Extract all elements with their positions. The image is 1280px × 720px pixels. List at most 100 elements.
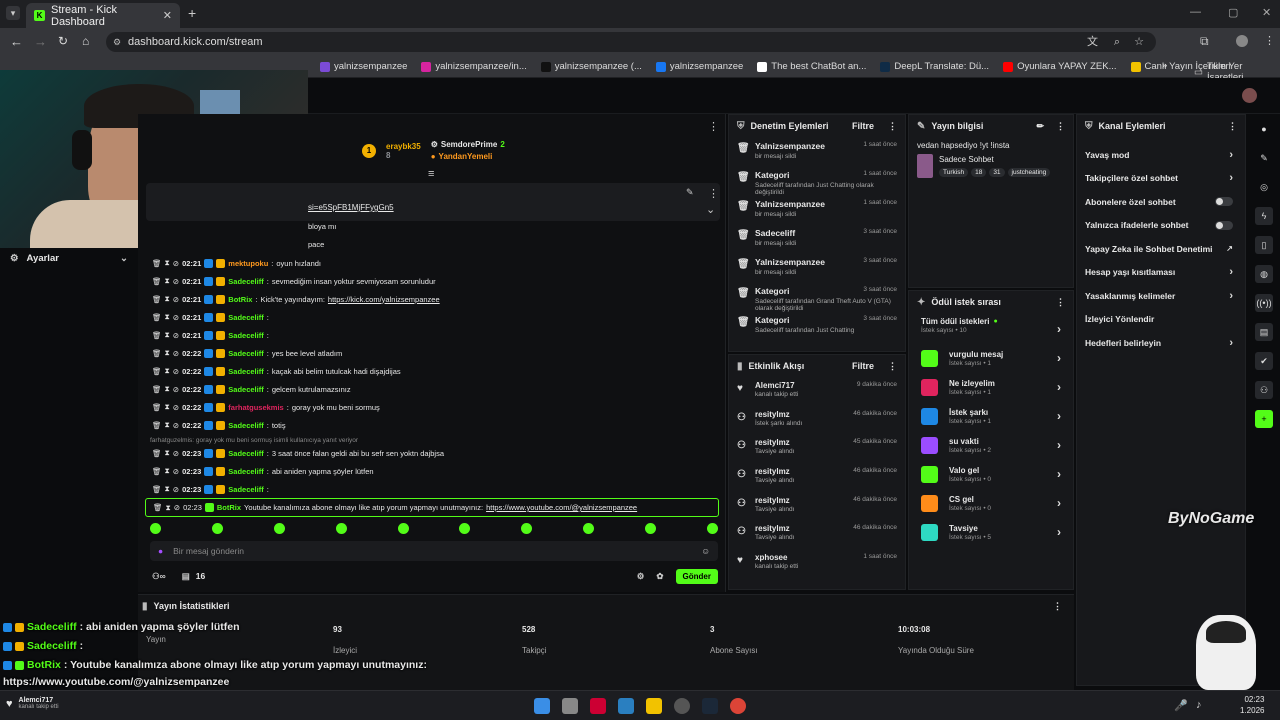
- emote-icon[interactable]: [521, 523, 533, 534]
- bookmark-item[interactable]: yalnizsempanzee/in...: [421, 61, 527, 72]
- timeout-icon[interactable]: ⧗: [165, 312, 170, 322]
- channel-action[interactable]: Yalnızca ifadelerle sohbet: [1077, 214, 1245, 238]
- moderation-item[interactable]: 🗑 Kategori Sadeceliff tarafından Just Chat…: [729, 166, 905, 196]
- reward-item[interactable]: Tavsiye İstek sayısı • 5 ›: [909, 520, 1073, 549]
- site-info-icon[interactable]: ⚙: [113, 32, 121, 52]
- send-button[interactable]: Gönder: [675, 568, 718, 584]
- message-user[interactable]: farhatgusekmis: [228, 403, 283, 412]
- chat-bubble-icon[interactable]: ◍: [1255, 265, 1273, 283]
- bookmark-item[interactable]: DeepL Translate: Dü...: [880, 61, 989, 72]
- moderation-item[interactable]: 🗑 Yalnizsempanzee bir mesajı sildi 1 saat ö…: [729, 195, 905, 224]
- bookmark-star-icon[interactable]: ☆: [1134, 32, 1144, 52]
- ban-icon[interactable]: ⊘: [173, 449, 179, 458]
- bookmark-item[interactable]: The best ChatBot an...: [757, 61, 866, 72]
- wrench-icon[interactable]: ✔: [1255, 352, 1273, 370]
- bookmark-item[interactable]: yalnizsempanzee (...: [540, 61, 642, 72]
- emoji-icon[interactable]: ☺: [701, 546, 710, 556]
- document-icon[interactable]: ▯: [1255, 236, 1273, 254]
- browser-menu-icon[interactable]: ⋮: [1264, 34, 1275, 47]
- mic-icon[interactable]: ●: [158, 546, 163, 556]
- delete-icon[interactable]: 🗑: [152, 485, 162, 494]
- chat-settings-icon[interactable]: ⚙: [637, 571, 645, 582]
- ban-icon[interactable]: ⊘: [173, 259, 179, 268]
- pen-icon[interactable]: ✎: [1255, 149, 1273, 167]
- ban-icon[interactable]: ⊘: [173, 313, 179, 322]
- people-icon[interactable]: ⚇: [1255, 381, 1273, 399]
- moderation-item[interactable]: 🗑 Sadeceliff bir mesajı sildi 3 saat önce: [729, 224, 905, 253]
- ban-icon[interactable]: ⊘: [174, 503, 180, 512]
- steam-icon[interactable]: [702, 697, 718, 714]
- delete-icon[interactable]: 🗑: [152, 467, 162, 476]
- stream-tag[interactable]: 18: [971, 168, 987, 177]
- home-icon[interactable]: ⌂: [82, 34, 89, 48]
- close-tab-icon[interactable]: ✕: [163, 9, 172, 22]
- bookmarks-more-icon[interactable]: »: [1162, 60, 1167, 71]
- browser-tab[interactable]: K Stream - Kick Dashboard ✕: [26, 3, 180, 28]
- stream-tag[interactable]: Turkish: [939, 168, 969, 177]
- bookmark-item[interactable]: Oyunlara YAPAY ZEK...: [1003, 61, 1117, 72]
- bolt-icon[interactable]: ϟ: [1255, 207, 1273, 225]
- timeout-icon[interactable]: ⧗: [165, 402, 170, 412]
- message-user[interactable]: Sadeceliff: [228, 367, 263, 376]
- timeout-icon[interactable]: ⧗: [165, 276, 170, 286]
- moderation-menu-icon[interactable]: ⋮: [888, 121, 897, 132]
- channel-action[interactable]: Hesap yaşı kısıtlaması ›: [1077, 261, 1245, 285]
- pinned-message[interactable]: si=e5SpFB1MjFFygGn5 ✎ ⋮ ⌄: [146, 183, 720, 221]
- delete-icon[interactable]: 🗑: [152, 277, 162, 286]
- back-icon[interactable]: ←: [10, 34, 23, 49]
- message-user[interactable]: Sadeceliff: [228, 313, 263, 322]
- delete-icon[interactable]: 🗑: [152, 295, 162, 304]
- message-user[interactable]: BotRix: [217, 503, 241, 512]
- close-window-icon[interactable]: ✕: [1262, 6, 1271, 19]
- activity-item[interactable]: ⚇ resitylmz İstek şarkı alındı 46 dakika ön…: [729, 406, 905, 435]
- delete-icon[interactable]: 🗑: [152, 313, 162, 322]
- channel-action[interactable]: Yasaklanmış kelimeler ›: [1077, 284, 1245, 308]
- reward-item[interactable]: vurgulu mesaj İstek sayısı • 1 ›: [909, 346, 1073, 375]
- minimize-icon[interactable]: —: [1190, 6, 1201, 18]
- tab-list-icon[interactable]: ▾: [6, 6, 20, 20]
- profile-avatar[interactable]: [1236, 35, 1248, 47]
- bookmark-item[interactable]: yalnizsempanzee: [655, 61, 743, 72]
- activity-menu-icon[interactable]: ⋮: [888, 361, 897, 372]
- new-tab-icon[interactable]: +: [188, 5, 196, 21]
- ban-icon[interactable]: ⊘: [173, 295, 179, 304]
- user-avatar[interactable]: [1242, 88, 1257, 103]
- target-icon[interactable]: ◎: [1255, 178, 1273, 196]
- timeout-icon[interactable]: ⧗: [165, 258, 170, 268]
- extensions-icon[interactable]: ⧉: [1200, 34, 1209, 49]
- start-icon[interactable]: [534, 697, 550, 714]
- users-icon[interactable]: ⚇∞: [152, 571, 166, 582]
- message-user[interactable]: Sadeceliff: [228, 449, 263, 458]
- edit-icon[interactable]: ✏: [1036, 121, 1044, 132]
- pin-icon[interactable]: ✎: [686, 187, 694, 198]
- delete-icon[interactable]: 🗑: [152, 403, 162, 412]
- activity-item[interactable]: ♥ xphosee kanalı takip etti 1 saat önce: [729, 549, 905, 578]
- emote-picker-icon[interactable]: ✿: [656, 571, 663, 582]
- message-link[interactable]: https://kick.com/yalnizsempanzee: [328, 295, 440, 304]
- ban-icon[interactable]: ⊘: [173, 349, 179, 358]
- channel-action[interactable]: İzleyici Yönlendir: [1077, 308, 1245, 332]
- chat-list-icon[interactable]: ▤: [182, 571, 190, 582]
- stats-menu-icon[interactable]: ⋮: [1053, 601, 1062, 612]
- message-user[interactable]: Sadeceliff: [228, 277, 263, 286]
- stream-info-menu-icon[interactable]: ⋮: [1056, 121, 1065, 132]
- channel-action[interactable]: Takipçilere özel sohbet ›: [1077, 167, 1245, 191]
- add-widget-icon[interactable]: +: [1255, 410, 1273, 428]
- activity-item[interactable]: ⚇ resitylmz Tavsiye alındı 46 dakika önce: [729, 492, 905, 521]
- ban-icon[interactable]: ⊘: [173, 385, 179, 394]
- rewards-menu-icon[interactable]: ⋮: [1056, 297, 1065, 308]
- ban-icon[interactable]: ⊘: [173, 367, 179, 376]
- timeout-icon[interactable]: ⧗: [165, 484, 170, 494]
- activity-item[interactable]: ⚇ resitylmz Tavsiye alındı 46 dakika önce: [729, 463, 905, 492]
- timeout-icon[interactable]: ⧗: [165, 448, 170, 458]
- emote-icon[interactable]: [645, 523, 656, 534]
- channel-action[interactable]: Hedefleri belirleyin ›: [1077, 331, 1245, 355]
- delete-icon[interactable]: 🗑: [152, 259, 162, 268]
- ban-icon[interactable]: ⊘: [173, 485, 179, 494]
- address-bar[interactable]: ⚙ dashboard.kick.com/stream 文 ⌕ ☆: [106, 32, 1156, 52]
- moderation-item[interactable]: 🗑 Yalnizsempanzee bir mesajı sildi 3 saat ö…: [729, 253, 905, 282]
- timeout-icon[interactable]: ⧗: [165, 466, 170, 476]
- stream-tag[interactable]: justcheating: [1007, 168, 1051, 177]
- pinned-menu-icon[interactable]: ⋮: [708, 187, 719, 200]
- delete-icon[interactable]: 🗑: [152, 449, 162, 458]
